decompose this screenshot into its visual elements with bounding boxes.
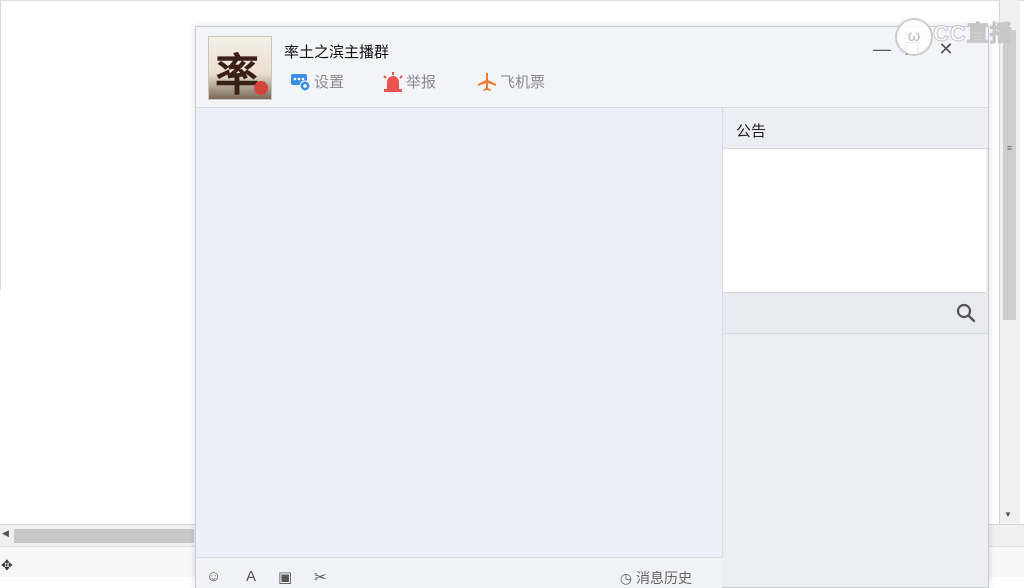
search-icon[interactable] bbox=[956, 303, 976, 323]
notice-content bbox=[723, 149, 986, 293]
avatar-seal bbox=[254, 81, 268, 95]
notice-header: 公告 bbox=[723, 108, 988, 149]
avatar-glyph: 率 bbox=[215, 50, 259, 100]
airplane-icon bbox=[478, 72, 496, 91]
notice-title: 公告 bbox=[736, 123, 767, 140]
cc-logo-icon: ω bbox=[895, 18, 933, 56]
cut-icon[interactable]: ✂ bbox=[314, 568, 332, 586]
message-area[interactable] bbox=[196, 108, 723, 557]
group-name: 率土之滨主播群 bbox=[284, 44, 390, 61]
ticket-button[interactable]: 飞机票 bbox=[476, 71, 545, 93]
scroll-left-arrow-icon[interactable]: ◀ bbox=[2, 528, 9, 539]
message-history-label: 消息历史 bbox=[636, 570, 692, 586]
window-header: 率 率土之滨主播群 设置 举报 飞机票 — ✕ bbox=[196, 27, 988, 108]
alarm-icon bbox=[383, 71, 403, 92]
vertical-scrollbar[interactable]: ≡ ▼ bbox=[999, 0, 1020, 524]
settings-label: 设置 bbox=[314, 74, 345, 91]
message-history-button[interactable]: ◷ 消息历史 bbox=[620, 568, 692, 588]
cc-live-watermark: ω CC直播 bbox=[895, 12, 1013, 60]
watermark-text: CC直播 bbox=[933, 21, 1013, 47]
group-chat-window: 率 率土之滨主播群 设置 举报 飞机票 — ✕ ☺ A ▣ ✂ ◷ 消息历史 公… bbox=[195, 26, 989, 588]
group-sidebar: 公告 bbox=[723, 108, 988, 587]
scroll-down-arrow-icon[interactable]: ▼ bbox=[1004, 510, 1012, 519]
page-top-border bbox=[0, 0, 1024, 1]
group-avatar[interactable]: 率 bbox=[208, 36, 272, 100]
horizontal-scrollbar-thumb[interactable] bbox=[14, 529, 194, 543]
member-search-bar[interactable] bbox=[723, 293, 988, 334]
settings-button[interactable]: 设置 bbox=[290, 71, 344, 93]
settings-chat-icon bbox=[291, 73, 311, 91]
member-list[interactable] bbox=[723, 334, 988, 587]
font-icon[interactable]: A bbox=[246, 568, 264, 586]
report-label: 举报 bbox=[406, 74, 437, 91]
emoji-icon[interactable]: ☺ bbox=[206, 568, 224, 586]
report-button[interactable]: 举报 bbox=[382, 71, 436, 93]
scrollbar-thumb[interactable] bbox=[1003, 30, 1016, 320]
move-icon: ✥ bbox=[1, 557, 13, 573]
image-icon[interactable]: ▣ bbox=[278, 568, 296, 586]
ticket-label: 飞机票 bbox=[500, 74, 546, 91]
scroll-grip-icon: ≡ bbox=[1006, 143, 1013, 153]
minimize-button[interactable]: — bbox=[870, 37, 894, 61]
page-left-border bbox=[0, 0, 1, 290]
input-toolbar: ☺ A ▣ ✂ ◷ 消息历史 bbox=[196, 557, 722, 588]
